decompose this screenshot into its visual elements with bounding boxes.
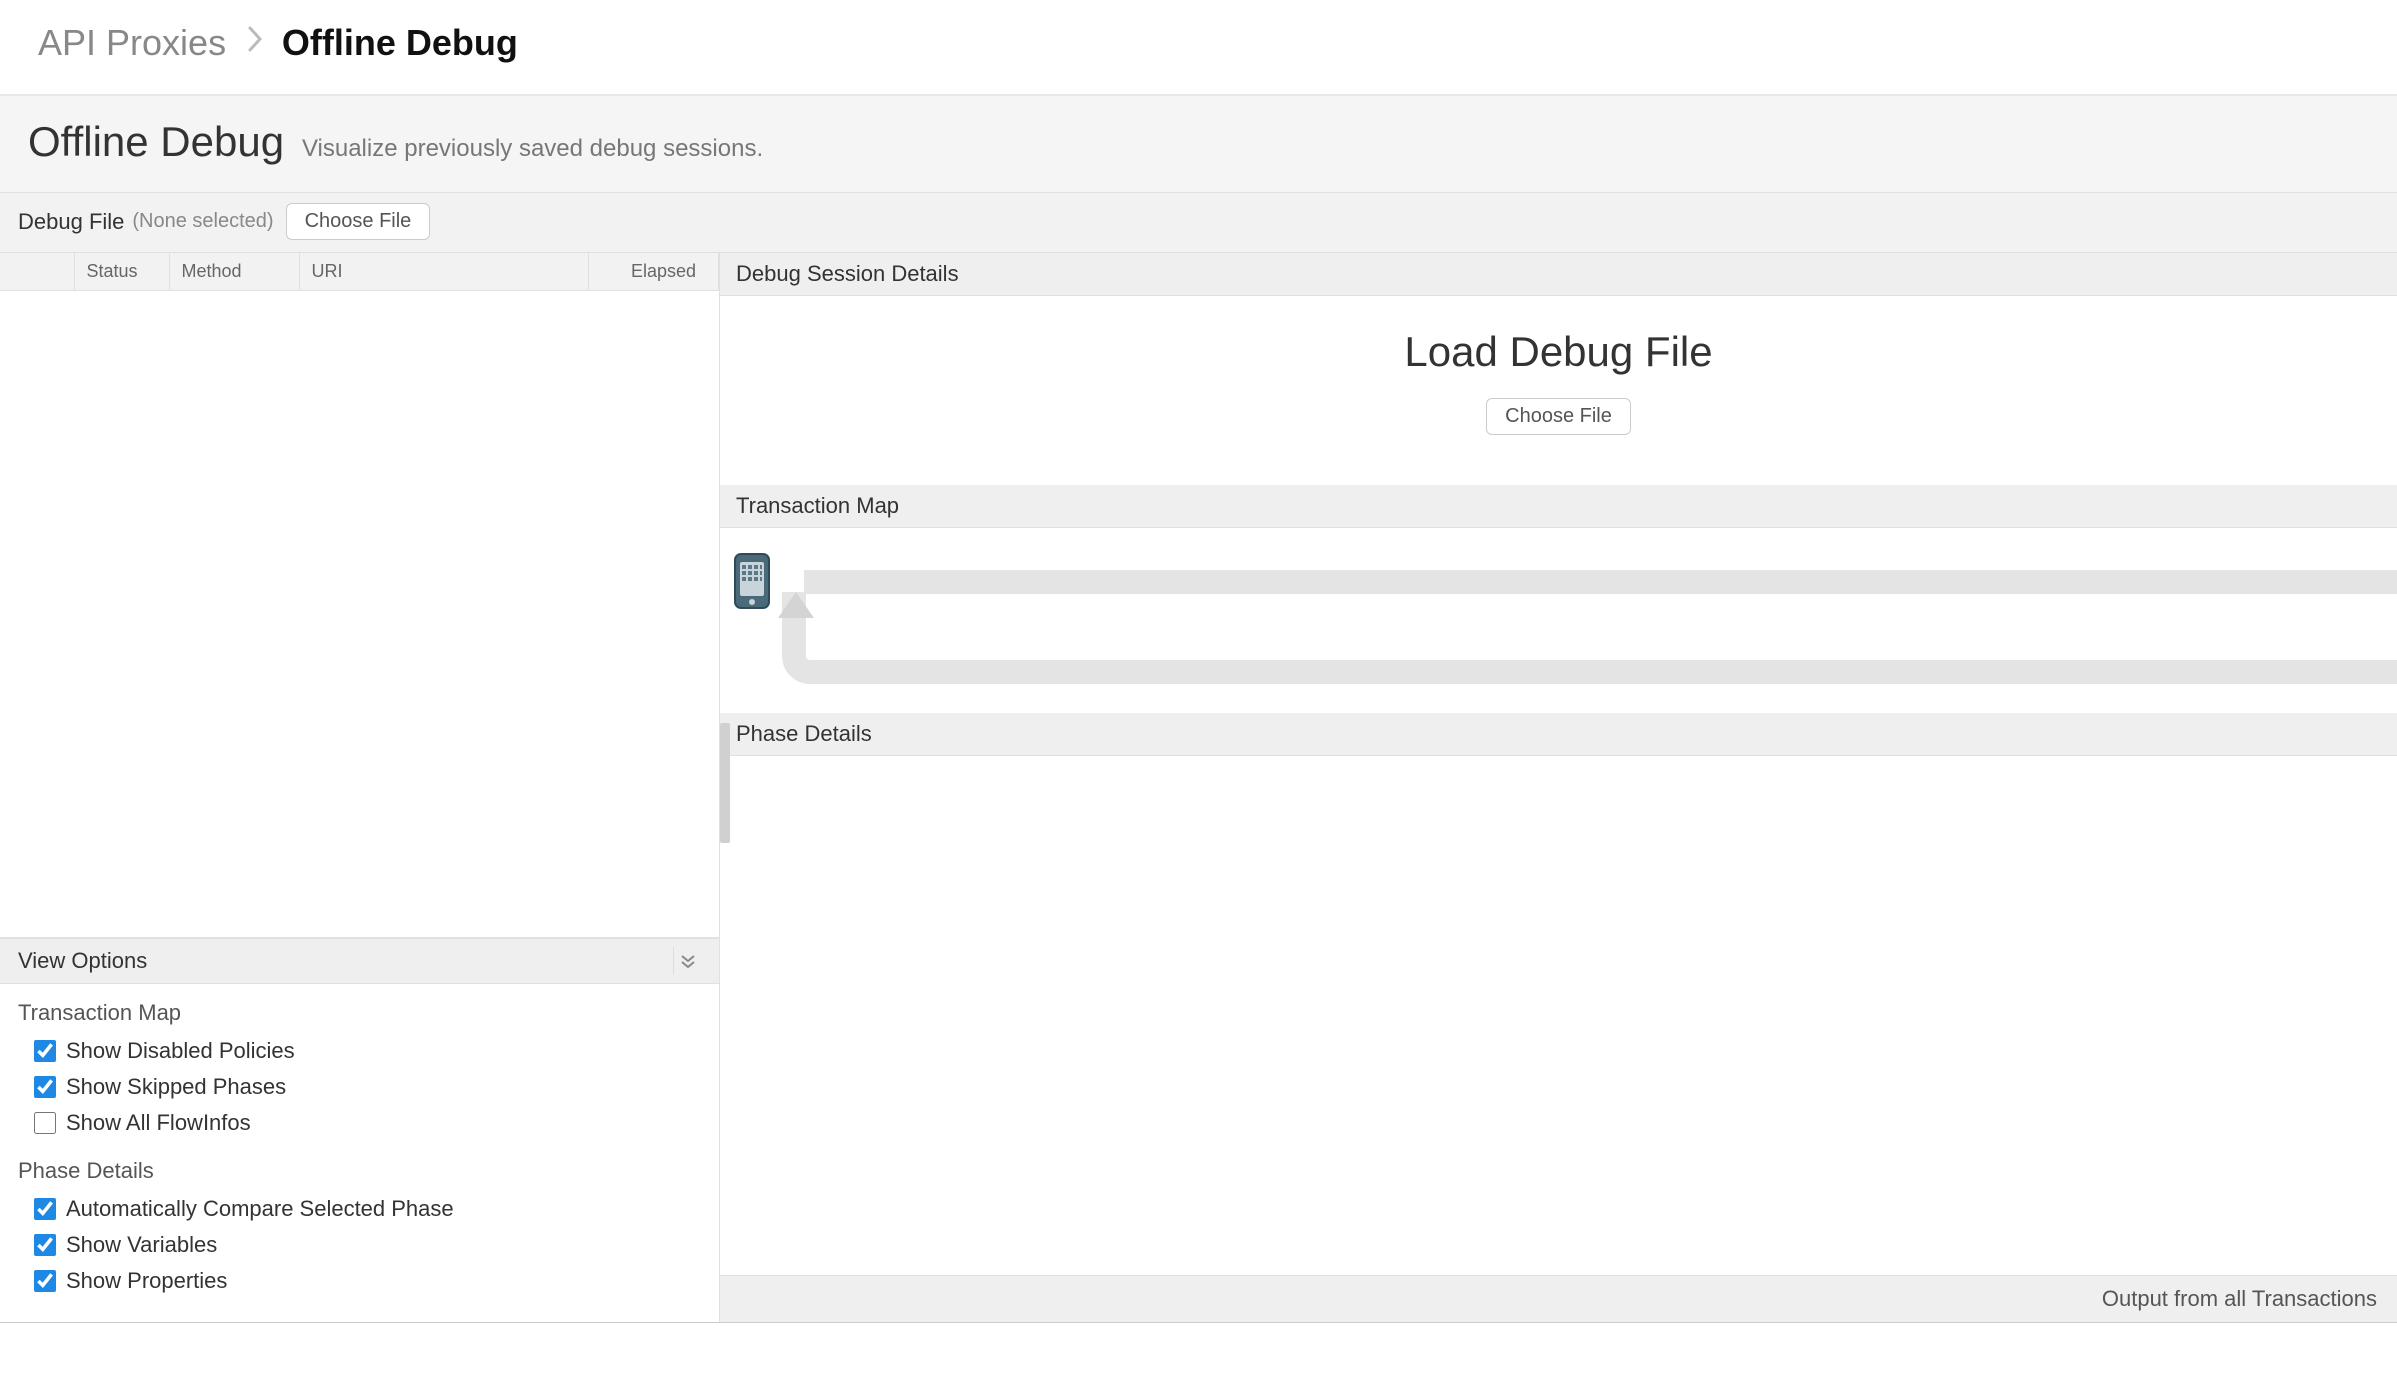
transaction-map-option: Show All FlowInfos bbox=[18, 1110, 701, 1136]
output-footer: Output from all Transactions bbox=[720, 1275, 2397, 1322]
choose-file-button[interactable]: Choose File bbox=[286, 203, 431, 240]
client-device-icon bbox=[732, 552, 772, 613]
phase-details-label[interactable]: Show Properties bbox=[66, 1268, 227, 1294]
transaction-map-checkbox[interactable] bbox=[34, 1112, 56, 1134]
left-panel: Status Method URI Elapsed View Options bbox=[0, 253, 720, 1322]
transactions-table: Status Method URI Elapsed bbox=[0, 253, 719, 938]
phase-details-checkbox[interactable] bbox=[34, 1198, 56, 1220]
choose-file-button-main[interactable]: Choose File bbox=[1486, 398, 1631, 435]
request-flow-bar bbox=[804, 570, 2397, 594]
phase-details-body bbox=[720, 756, 2397, 1275]
transaction-map-option: Show Skipped Phases bbox=[18, 1074, 701, 1100]
debug-file-label: Debug File bbox=[18, 209, 124, 235]
load-debug-file-title: Load Debug File bbox=[720, 328, 2397, 376]
phase-details-option: Show Properties bbox=[18, 1268, 701, 1294]
collapse-toggle-icon[interactable] bbox=[673, 947, 701, 975]
phase-details-option: Automatically Compare Selected Phase bbox=[18, 1196, 701, 1222]
view-options-section-title: Transaction Map bbox=[18, 1000, 701, 1026]
phase-details-header: Phase Details bbox=[720, 713, 2397, 756]
debug-session-details-header: Debug Session Details bbox=[720, 253, 2397, 296]
flow-arrow-icon bbox=[778, 592, 814, 618]
table-header-blank bbox=[0, 253, 74, 291]
breadcrumb-current: Offline Debug bbox=[282, 22, 518, 63]
table-header-method[interactable]: Method bbox=[169, 253, 299, 291]
chevron-right-icon bbox=[248, 26, 264, 55]
transaction-map-body bbox=[720, 528, 2397, 713]
view-options-panel: View Options Transaction Map Show Disabl… bbox=[0, 938, 719, 1322]
transaction-map-header: Transaction Map bbox=[720, 485, 2397, 528]
page-subtitle: Visualize previously saved debug session… bbox=[302, 135, 763, 163]
view-options-transaction-map: Transaction Map Show Disabled Policies Sh… bbox=[18, 1000, 701, 1136]
debug-session-body: Load Debug File Choose File bbox=[720, 296, 2397, 485]
transaction-map-label[interactable]: Show Disabled Policies bbox=[66, 1038, 295, 1064]
table-header-elapsed[interactable]: Elapsed bbox=[589, 253, 719, 291]
breadcrumb-parent[interactable]: API Proxies bbox=[38, 22, 226, 63]
transaction-map-option: Show Disabled Policies bbox=[18, 1038, 701, 1064]
phase-details-label[interactable]: Automatically Compare Selected Phase bbox=[66, 1196, 454, 1222]
view-options-phase-details: Phase Details Automatically Compare Sele… bbox=[18, 1158, 701, 1294]
page-title: Offline Debug bbox=[28, 118, 284, 166]
view-options-section-title: Phase Details bbox=[18, 1158, 701, 1184]
table-header-uri[interactable]: URI bbox=[299, 253, 589, 291]
phase-details-checkbox[interactable] bbox=[34, 1234, 56, 1256]
response-flow-bar bbox=[820, 660, 2397, 684]
breadcrumb: API Proxies Offline Debug bbox=[0, 0, 2397, 95]
debug-file-status: (None selected) bbox=[132, 210, 273, 233]
debug-file-bar: Debug File (None selected) Choose File bbox=[0, 193, 2397, 253]
bottom-rule bbox=[0, 1322, 2397, 1323]
transaction-map-label[interactable]: Show Skipped Phases bbox=[66, 1074, 286, 1100]
transaction-map-checkbox[interactable] bbox=[34, 1040, 56, 1062]
phase-details-checkbox[interactable] bbox=[34, 1270, 56, 1292]
right-panel: Debug Session Details Load Debug File Ch… bbox=[720, 253, 2397, 1322]
view-options-header: View Options bbox=[0, 939, 719, 984]
page-header: Offline Debug Visualize previously saved… bbox=[0, 95, 2397, 193]
phase-details-label[interactable]: Show Variables bbox=[66, 1232, 217, 1258]
transaction-map-label[interactable]: Show All FlowInfos bbox=[66, 1110, 251, 1136]
table-header-status[interactable]: Status bbox=[74, 253, 169, 291]
phase-details-option: Show Variables bbox=[18, 1232, 701, 1258]
view-options-title: View Options bbox=[18, 948, 147, 974]
transaction-map-checkbox[interactable] bbox=[34, 1076, 56, 1098]
panel-splitter[interactable] bbox=[720, 723, 730, 843]
